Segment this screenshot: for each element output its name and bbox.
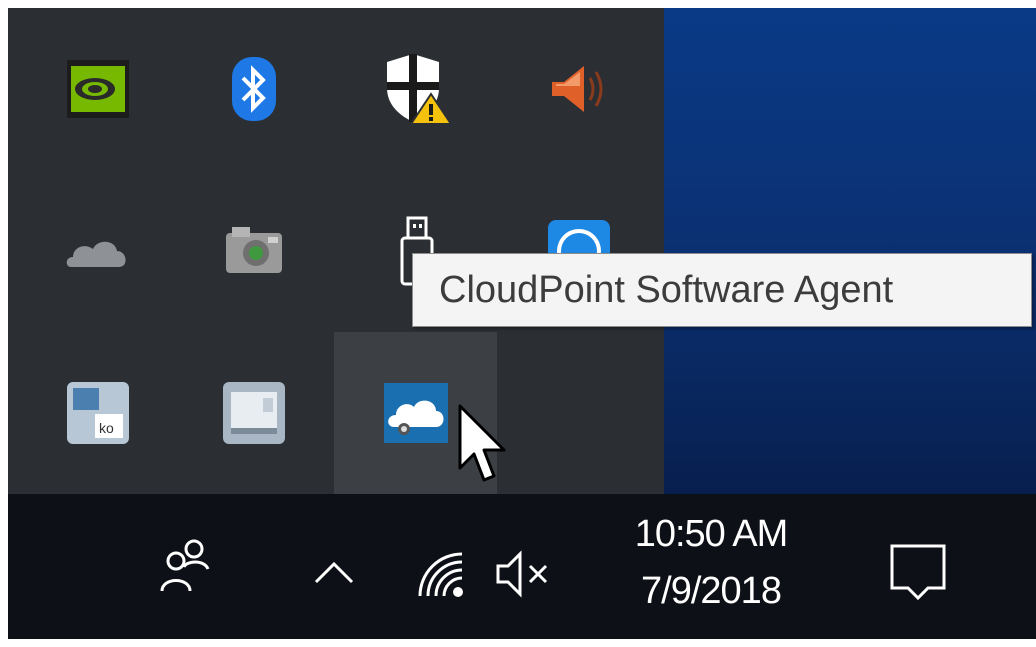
- nvidia-icon: [66, 60, 129, 118]
- tray-item-windows-defender[interactable]: [334, 8, 497, 170]
- tooltip: CloudPoint Software Agent: [412, 253, 1032, 327]
- action-center-button[interactable]: [880, 534, 956, 610]
- tray-item-speaker[interactable]: [497, 8, 660, 170]
- tray-item-bluetooth[interactable]: [172, 8, 335, 170]
- page-margin: [0, 639, 1036, 647]
- svg-text:ko: ko: [99, 420, 114, 436]
- taskbar-clock[interactable]: 10:50 AM 7/9/2018: [596, 506, 826, 628]
- speaker-icon: [551, 66, 602, 112]
- volume-muted-icon: [496, 550, 548, 598]
- wifi-icon: [418, 552, 463, 597]
- tooltip-text: CloudPoint Software Agent: [439, 269, 894, 311]
- tray-item-display[interactable]: [172, 332, 335, 494]
- notification-area-overflow-flyout: ko: [8, 8, 664, 494]
- show-hidden-icons-button[interactable]: [308, 552, 360, 592]
- bluetooth-icon: [231, 57, 276, 121]
- tray-item-onedrive[interactable]: [16, 170, 179, 332]
- display-app-icon: [222, 382, 285, 444]
- tray-item-language[interactable]: ko: [16, 332, 179, 494]
- windows-defender-warning-icon: [386, 54, 453, 125]
- people-button[interactable]: [156, 536, 216, 596]
- onedrive-icon: [66, 241, 126, 267]
- language-icon: ko: [66, 382, 129, 444]
- people-icon: [160, 539, 210, 592]
- mouse-pointer-icon: [458, 404, 506, 482]
- camera-app-icon: [225, 227, 282, 273]
- desktop-background: [664, 8, 1036, 494]
- taskbar: 10:50 AM 7/9/2018: [8, 494, 1036, 639]
- clock-date: 7/9/2018: [641, 570, 782, 612]
- network-button[interactable]: [412, 546, 468, 602]
- action-center-icon: [890, 544, 946, 601]
- show-hidden-icons-chevron: [314, 561, 354, 584]
- tray-item-nvidia[interactable]: [16, 8, 179, 170]
- cloudpoint-agent-icon: [383, 383, 448, 443]
- volume-button[interactable]: [492, 546, 556, 602]
- tray-item-camera[interactable]: [172, 170, 335, 332]
- clock-time: 10:50 AM: [634, 513, 789, 555]
